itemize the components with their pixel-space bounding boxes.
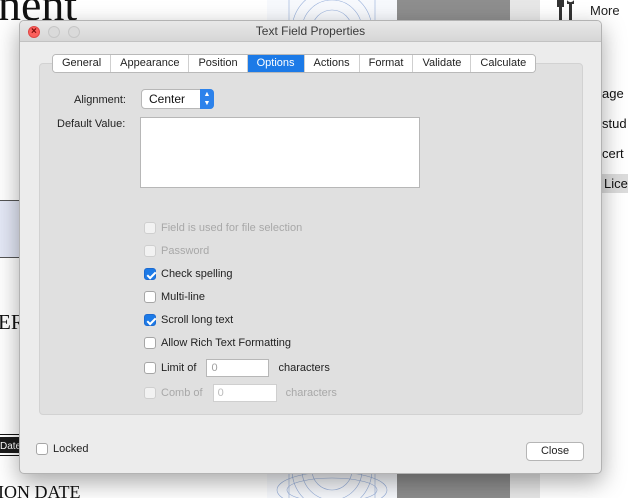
tab-options[interactable]: Options — [247, 55, 305, 72]
options-panel: Alignment: Center ▲ ▼ Default Value: Fiel… — [39, 63, 583, 415]
multi-line-option[interactable]: Multi-line — [144, 291, 205, 303]
password-checkbox[interactable] — [144, 245, 156, 257]
rich-text-option[interactable]: Allow Rich Text Formatting — [144, 337, 291, 349]
tab-validate[interactable]: Validate — [413, 55, 472, 72]
alignment-value: Center — [149, 92, 186, 106]
dialog-titlebar[interactable]: × Text Field Properties — [20, 21, 601, 42]
properties-tab-bar: General Appearance Position Options Acti… — [52, 54, 537, 73]
scroll-long-text-option[interactable]: Scroll long text — [144, 314, 233, 326]
limit-checkbox[interactable] — [144, 362, 156, 374]
comb-label: Comb of — [161, 387, 203, 399]
right-panel-row[interactable]: cert — [602, 146, 624, 161]
multi-line-checkbox[interactable] — [144, 291, 156, 303]
multi-line-label: Multi-line — [161, 291, 206, 303]
comb-input[interactable]: 0 — [212, 384, 277, 402]
file-selection-option[interactable]: Field is used for file selection — [144, 222, 302, 234]
locked-checkbox[interactable] — [36, 443, 48, 455]
scroll-long-text-checkbox[interactable] — [144, 314, 156, 326]
file-selection-checkbox[interactable] — [144, 222, 156, 234]
tab-position[interactable]: Position — [189, 55, 248, 72]
password-label: Password — [161, 245, 210, 257]
limit-suffix: characters — [278, 362, 330, 374]
limit-label: Limit of — [161, 362, 197, 374]
password-option[interactable]: Password — [144, 245, 209, 257]
limit-input[interactable]: 0 — [206, 359, 270, 377]
tab-format[interactable]: Format — [359, 55, 414, 72]
text-field-properties-dialog: × Text Field Properties Alignment: Cente… — [19, 20, 602, 474]
default-value-label: Default Value: — [57, 118, 126, 130]
right-panel-row[interactable]: age 1 — [602, 86, 628, 101]
alignment-label: Alignment: — [74, 94, 126, 106]
alignment-select[interactable]: Center ▲ ▼ — [141, 89, 214, 109]
limit-option[interactable]: Limit of 0 characters — [144, 359, 330, 377]
right-panel-row[interactable]: stud — [602, 116, 627, 131]
rich-text-label: Allow Rich Text Formatting — [161, 337, 292, 349]
locked-option[interactable]: Locked — [36, 443, 88, 455]
locked-label: Locked — [53, 443, 89, 455]
comb-checkbox[interactable] — [144, 387, 156, 399]
close-button[interactable]: Close — [526, 442, 584, 461]
default-value-textarea[interactable] — [140, 117, 420, 188]
right-panel-row-selected[interactable]: Lice — [600, 174, 628, 193]
tab-calculate[interactable]: Calculate — [471, 55, 536, 72]
dialog-title: Text Field Properties — [255, 24, 366, 38]
tab-actions[interactable]: Actions — [304, 55, 360, 72]
tab-general[interactable]: General — [53, 55, 112, 72]
check-spelling-label: Check spelling — [161, 268, 233, 280]
rich-text-checkbox[interactable] — [144, 337, 156, 349]
tools-icon — [557, 0, 574, 20]
chevron-updown-icon: ▲ ▼ — [200, 89, 214, 109]
check-spelling-option[interactable]: Check spelling — [144, 268, 233, 280]
background-date-label: ION DATE — [0, 482, 81, 498]
scroll-long-text-label: Scroll long text — [161, 314, 234, 326]
comb-option[interactable]: Comb of 0 characters — [144, 384, 337, 402]
comb-suffix: characters — [285, 387, 337, 399]
more-label: More — [590, 2, 620, 18]
check-spelling-checkbox[interactable] — [144, 268, 156, 280]
more-tools-button[interactable]: More — [556, 0, 620, 20]
tab-appearance[interactable]: Appearance — [111, 55, 190, 72]
file-selection-label: Field is used for file selection — [161, 222, 303, 234]
